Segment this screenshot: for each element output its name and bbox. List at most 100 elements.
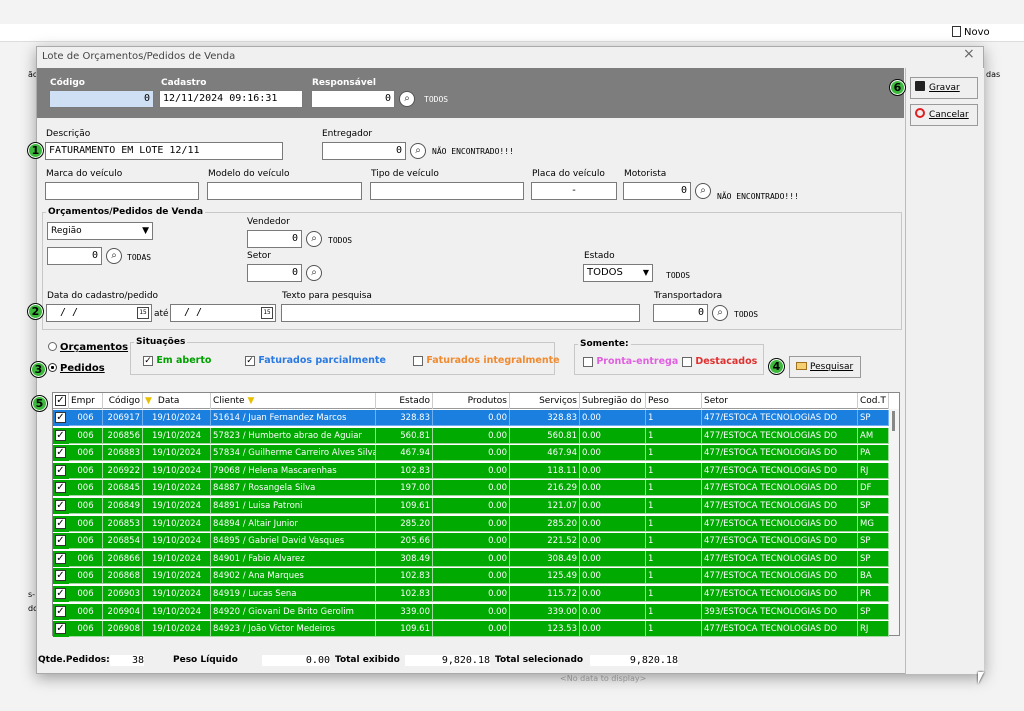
filter-icon[interactable]: ▼ <box>145 396 152 406</box>
header-codigo[interactable]: Código <box>103 393 143 409</box>
vendedor-field[interactable]: 0 <box>247 230 302 248</box>
header-produtos[interactable]: Produtos <box>433 393 510 409</box>
row-checkbox[interactable]: ✓ <box>55 588 66 599</box>
texto-pesquisa-field[interactable] <box>281 304 640 322</box>
fat-int-checkbox[interactable]: Faturados integralmente <box>413 355 560 366</box>
placa-field[interactable]: - <box>531 182 617 200</box>
row-checkbox[interactable]: ✓ <box>55 605 66 617</box>
cadastro-field[interactable]: 12/11/2024 09:16:31 <box>159 90 303 108</box>
table-cell: 1 <box>646 586 702 602</box>
header-setor[interactable]: Setor <box>702 393 858 409</box>
row-checkbox[interactable]: ✓ <box>55 447 66 459</box>
scrollbar-thumb[interactable] <box>892 411 895 431</box>
table-cell: 1 <box>646 410 702 426</box>
filter-icon[interactable]: ▼ <box>247 396 254 406</box>
header-cliente[interactable]: Cliente ▼ <box>211 393 376 409</box>
table-cell: 477/ESTOCA TECNOLOGIAS DO <box>702 480 858 497</box>
regiao-select[interactable]: Região ▼ <box>47 222 153 240</box>
table-cell: 206908 <box>103 621 143 638</box>
table-cell: 477/ESTOCA TECNOLOGIAS DO <box>702 498 858 514</box>
motorista-field[interactable]: 0 <box>623 182 691 200</box>
table-row[interactable]: ✓ 006 206854 19/10/2024 84895 / Gabriel Davi… <box>53 533 889 550</box>
table-row[interactable]: ✓ 006 206845 19/10/2024 84887 / Rosangela Si… <box>53 480 889 497</box>
header-select-all[interactable]: ✓ <box>53 393 69 409</box>
row-checkbox[interactable]: ✓ <box>55 623 66 635</box>
row-checkbox[interactable]: ✓ <box>55 412 66 423</box>
table-row[interactable]: ✓ 006 206853 19/10/2024 84894 / Altair Junio… <box>53 515 889 532</box>
table-row[interactable]: ✓ 006 206849 19/10/2024 84891 / Luisa Patron… <box>53 498 889 514</box>
setor-search-icon[interactable]: ⌕ <box>306 265 322 281</box>
pronta-checkbox[interactable]: Pronta-entrega <box>583 356 678 367</box>
grid-scrollbar[interactable] <box>889 409 899 635</box>
destacados-checkbox[interactable]: Destacados <box>682 356 757 367</box>
table-cell: 0.00 <box>433 550 510 567</box>
row-checkbox[interactable]: ✓ <box>55 535 66 547</box>
pesquisar-button[interactable]: Pesquisar <box>789 356 861 378</box>
table-row[interactable]: ✓ 006 206908 19/10/2024 84923 / João Victor … <box>53 621 889 638</box>
entregador-field[interactable]: 0 <box>322 142 406 160</box>
codigo-label: Código <box>50 78 85 88</box>
table-row[interactable]: ✓ 006 206883 19/10/2024 57834 / Guilherme Ca… <box>53 445 889 462</box>
responsavel-search-icon[interactable]: ⌕ <box>399 91 415 107</box>
motorista-search-icon[interactable]: ⌕ <box>695 183 711 199</box>
header-servicos[interactable]: Serviços <box>510 393 580 409</box>
codigo-field[interactable]: 0 <box>49 90 154 108</box>
calendar-icon[interactable]: 15 <box>137 307 149 319</box>
table-cell: 125.49 <box>510 568 580 585</box>
row-checkbox[interactable]: ✓ <box>55 570 66 582</box>
cancelar-button[interactable]: Cancelar <box>910 104 978 126</box>
regiao-select-value: Região <box>51 226 82 236</box>
table-cell: 339.00 <box>510 603 580 620</box>
orcamentos-radio[interactable]: Orçamentos <box>48 342 128 353</box>
header-empr[interactable]: Empr <box>69 393 103 409</box>
tipo-field[interactable] <box>370 182 524 200</box>
header-data[interactable]: ▼ Data <box>143 393 211 409</box>
table-row[interactable]: ✓ 006 206866 19/10/2024 84901 / Fabio Alvare… <box>53 550 889 567</box>
table-row[interactable]: ✓ 006 206903 19/10/2024 84919 / Lucas Sena 10… <box>53 586 889 602</box>
table-row[interactable]: ✓ 006 206922 19/10/2024 79068 / Helena Masca… <box>53 462 889 479</box>
gravar-button[interactable]: Gravar <box>910 77 978 99</box>
peso-value: 0.00 <box>262 655 330 666</box>
estado-select[interactable]: TODOS ▼ <box>583 264 653 282</box>
row-checkbox[interactable]: ✓ <box>55 464 66 476</box>
data-to-field[interactable]: / / 15 <box>170 304 276 322</box>
novo-button[interactable]: Novo <box>952 26 990 38</box>
vendedor-search-icon[interactable]: ⌕ <box>306 231 322 247</box>
entregador-search-icon[interactable]: ⌕ <box>410 143 426 159</box>
header-subregiao[interactable]: Subregião do <box>580 393 646 409</box>
table-cell: 0.00 <box>580 533 646 550</box>
header-codt[interactable]: Cod.T <box>858 393 889 409</box>
descricao-field[interactable]: FATURAMENTO EM LOTE 12/11 <box>45 142 283 160</box>
table-cell: 0.00 <box>433 480 510 497</box>
fat-parc-checkbox[interactable]: ✓ Faturados parcialmente <box>245 355 386 366</box>
pedidos-radio[interactable]: Pedidos <box>48 363 105 374</box>
table-row[interactable]: ✓ 006 206856 19/10/2024 57823 / Humberto abr… <box>53 427 889 444</box>
regiao-number-field[interactable]: 0 <box>47 247 102 265</box>
responsavel-field[interactable]: 0 <box>311 90 395 108</box>
checkbox-checked-icon: ✓ <box>55 395 66 406</box>
table-row[interactable]: ✓ 006 206868 19/10/2024 84902 / Ana Marques 1… <box>53 568 889 585</box>
header-peso[interactable]: Peso <box>646 393 702 409</box>
close-icon[interactable]: × <box>963 46 975 62</box>
em-aberto-checkbox[interactable]: ✓ Em aberto <box>143 355 211 366</box>
marca-field[interactable] <box>45 182 199 200</box>
row-checkbox[interactable]: ✓ <box>55 500 66 511</box>
gravar-label: Gravar <box>929 83 960 93</box>
table-cell: 328.83 <box>510 410 580 426</box>
row-checkbox[interactable]: ✓ <box>55 429 66 441</box>
setor-field[interactable]: 0 <box>247 264 302 282</box>
table-row[interactable]: ✓ 006 206904 19/10/2024 84920 / Giovani De B… <box>53 603 889 620</box>
fat-int-label: Faturados integralmente <box>426 355 560 366</box>
row-checkbox[interactable]: ✓ <box>55 517 66 529</box>
row-checkbox[interactable]: ✓ <box>55 482 66 494</box>
transportadora-search-icon[interactable]: ⌕ <box>712 305 728 321</box>
table-cell: 285.20 <box>510 515 580 532</box>
modelo-field[interactable] <box>207 182 362 200</box>
header-estado[interactable]: Estado <box>376 393 433 409</box>
transportadora-field[interactable]: 0 <box>653 304 708 322</box>
calendar-icon[interactable]: 15 <box>261 307 273 319</box>
regiao-search-icon[interactable]: ⌕ <box>106 248 122 264</box>
row-checkbox[interactable]: ✓ <box>55 552 66 564</box>
table-row[interactable]: ✓ 006 206917 19/10/2024 51614 / Juan Fernand… <box>53 410 889 426</box>
data-from-field[interactable]: / / 15 <box>46 304 152 322</box>
